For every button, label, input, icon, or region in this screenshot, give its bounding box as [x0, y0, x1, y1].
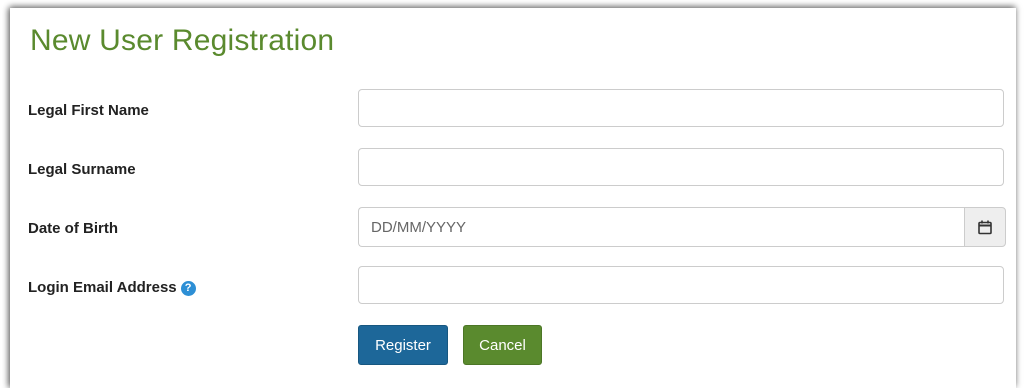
calendar-icon	[978, 220, 992, 234]
login-email-label-text: Login Email Address	[28, 279, 177, 296]
first-name-label: Legal First Name	[28, 102, 149, 119]
registration-panel: New User Registration Legal First Name L…	[10, 8, 1016, 388]
question-circle-icon[interactable]: ?	[180, 281, 196, 296]
page-title: New User Registration	[30, 24, 335, 57]
login-email-label: Login Email Address?	[28, 279, 196, 296]
date-of-birth-label: Date of Birth	[28, 220, 118, 237]
date-of-birth-input[interactable]	[358, 207, 964, 247]
surname-label: Legal Surname	[28, 161, 136, 178]
date-of-birth-group	[358, 207, 1006, 247]
calendar-button[interactable]	[964, 207, 1006, 247]
register-button[interactable]: Register	[358, 325, 448, 365]
surname-input[interactable]	[358, 148, 1004, 186]
cancel-button[interactable]: Cancel	[463, 325, 542, 365]
login-email-input[interactable]	[358, 266, 1004, 304]
first-name-input[interactable]	[358, 89, 1004, 127]
